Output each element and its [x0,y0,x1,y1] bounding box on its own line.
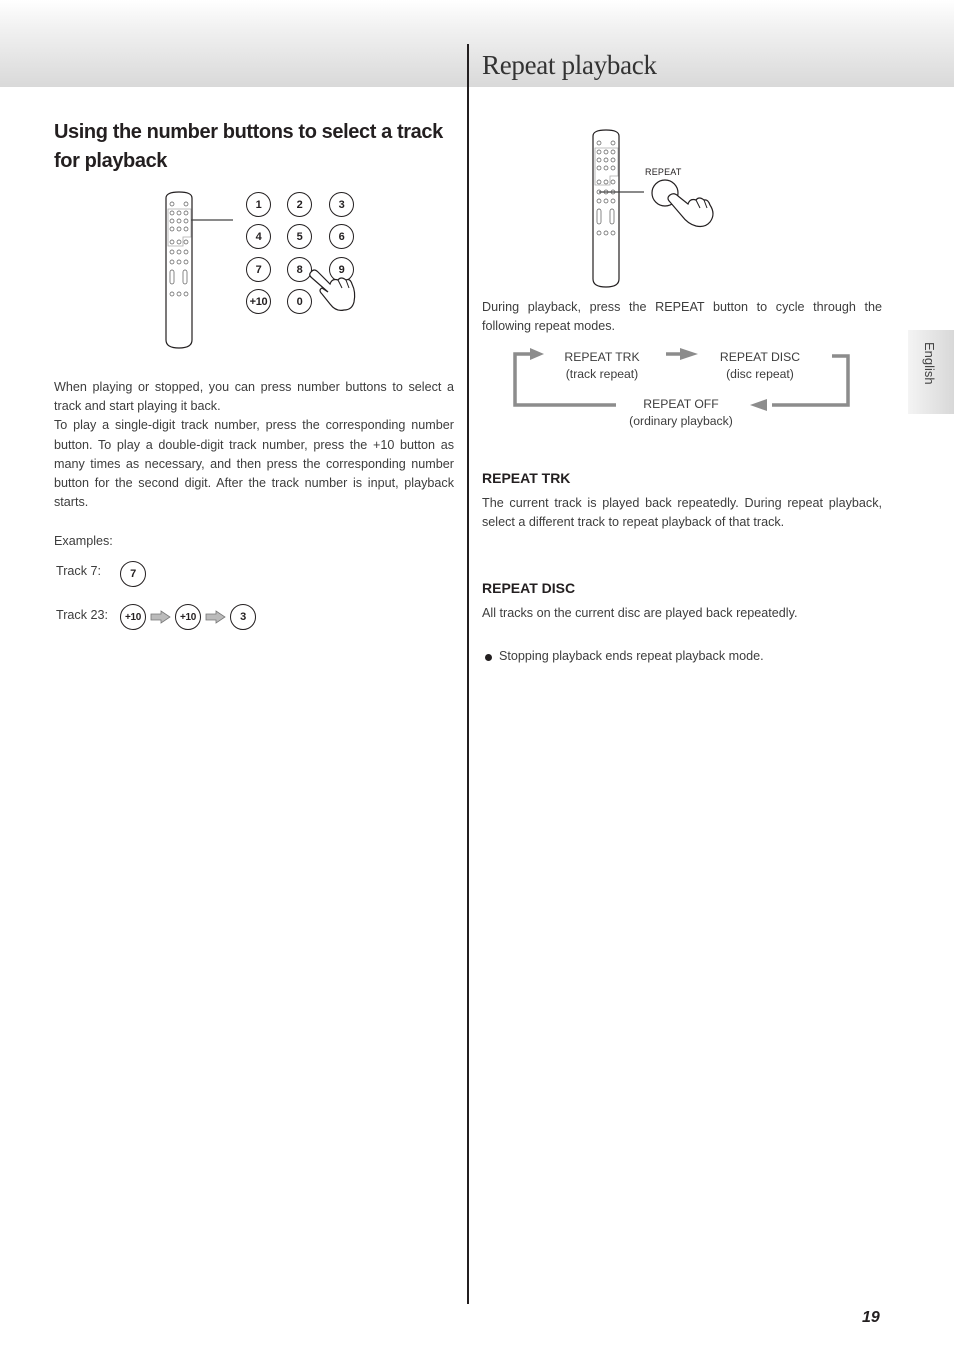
keypad-button-7: 7 [246,257,271,282]
repeat-intro-paragraph: During playback, press the REPEAT button… [482,300,882,334]
example-button-3: 3 [230,604,256,630]
cycle-node-repeat-trk: REPEAT TRK (track repeat) [552,349,652,382]
keypad-button-5: 5 [287,224,312,249]
instructions-paragraph: When playing or stopped, you can press n… [54,378,454,512]
example-track-7-label: Track 7: [56,564,102,578]
cycle-mode-label: REPEAT OFF [643,397,719,411]
column-divider [467,44,469,1304]
arrowhead-icon [680,348,698,360]
repeat-disc-description: All tracks on the current disc are playe… [482,606,798,620]
cycle-node-repeat-disc: REPEAT DISC (disc repeat) [710,349,810,382]
repeat-button-label: REPEAT [645,167,682,177]
remote-control-illustration [165,191,233,349]
repeat-button-illustration [651,179,714,228]
note-bullet: Stopping playback ends repeat playback m… [485,647,764,666]
remote-control-illustration [592,129,644,288]
pointing-hand-icon [309,269,356,311]
keypad-button-2: 2 [287,192,312,217]
example-button-7: 7 [120,561,146,587]
arrow-right-icon [205,610,226,624]
repeat-trk-description: The current track is played back repeate… [482,496,882,530]
language-tab: English [908,330,954,414]
examples-label: Examples: [54,534,113,548]
cycle-mode-label: REPEAT TRK [564,350,640,364]
cycle-mode-desc: (disc repeat) [726,366,794,381]
arrowhead-icon [750,399,767,411]
subheading-repeat-trk: REPEAT TRK [482,470,571,486]
cycle-mode-desc: (ordinary playback) [629,413,733,428]
paragraph-2: To play a single-digit track number, pre… [54,418,454,510]
page-number: 19 [862,1309,880,1326]
example-button-plus10-first: +10 [120,604,146,630]
keypad-button-1: 1 [246,192,271,217]
arrow-right-icon [150,610,171,624]
paragraph-1: When playing or stopped, you can press n… [54,380,454,414]
language-tab-label: English [922,342,937,385]
cycle-mode-label: REPEAT DISC [719,350,801,364]
page-title: Repeat playback [482,50,657,80]
bullet-icon [485,653,492,661]
note-text: Stopping playback ends repeat playback m… [499,649,764,663]
arrowhead-icon [530,348,544,360]
cycle-node-repeat-off: REPEAT OFF (ordinary playback) [616,396,746,429]
example-button-plus10-second: +10 [175,604,201,630]
subheading-repeat-disc: REPEAT DISC [482,580,576,596]
header-band [0,0,954,87]
keypad-button-4: 4 [246,224,271,249]
section-heading-number-buttons: Using the number buttons to select a tra… [54,121,443,172]
keypad-button-plus10: +10 [246,289,271,314]
keypad-button-6: 6 [329,224,354,249]
keypad-button-3: 3 [329,192,354,217]
cycle-mode-desc: (track repeat) [565,366,639,381]
example-track-23-label: Track 23: [56,608,109,622]
